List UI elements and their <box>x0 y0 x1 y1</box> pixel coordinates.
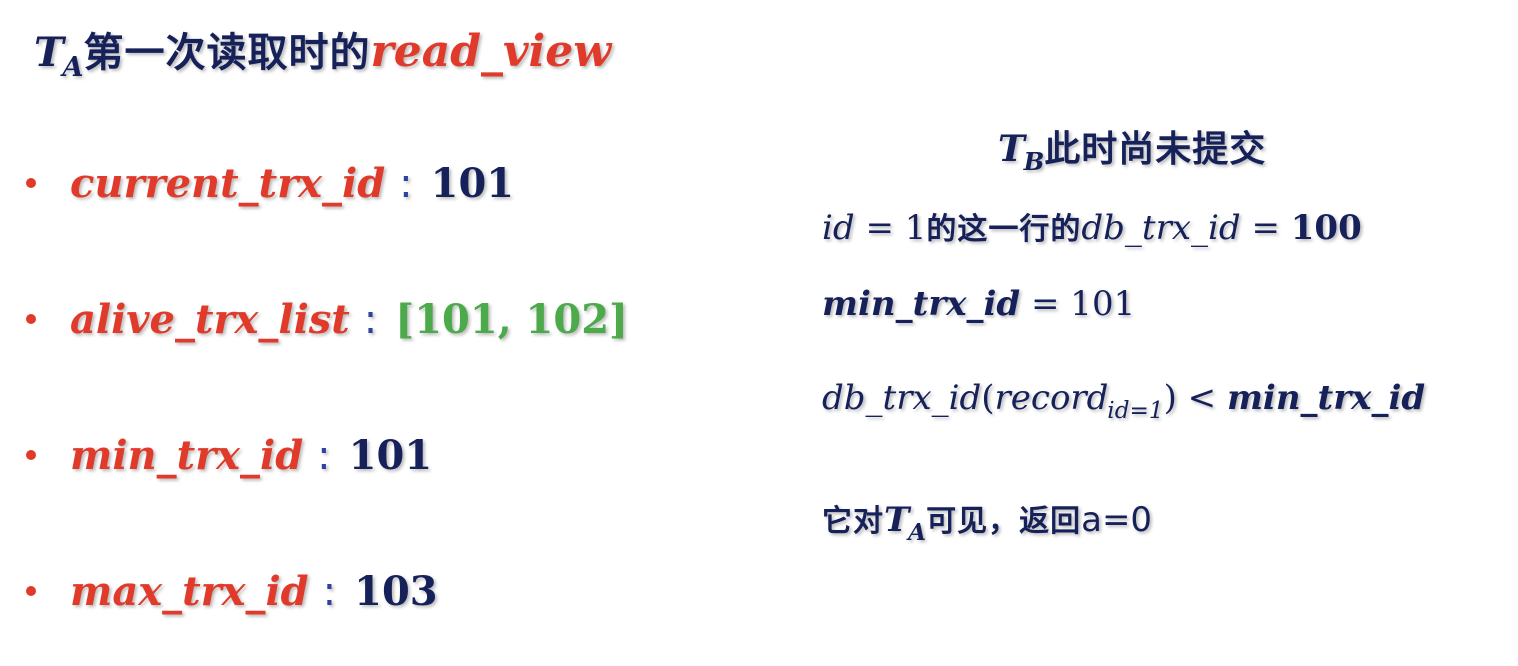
item-colon: : <box>363 297 378 343</box>
item-value: [101, 102] <box>395 296 628 343</box>
bullet-dot <box>26 314 36 324</box>
title-t-symbol: TA <box>34 29 84 84</box>
bullet-dot <box>26 450 36 460</box>
item-colon: : <box>322 569 337 615</box>
item-key: alive_trx_list <box>70 296 350 343</box>
tb-heading: TB此时尚未提交 <box>998 128 1267 177</box>
list-item-alive-trx-list: alive_trx_list: [101, 102] <box>26 300 628 340</box>
item-value: 103 <box>354 568 438 615</box>
bullet-dot <box>26 586 36 596</box>
bullet-dot <box>26 178 36 188</box>
item-colon: : <box>399 161 413 207</box>
visibility-comparison-line: db_trx_id(recordid=1) < min_trx_id <box>822 378 1426 424</box>
item-key: max_trx_id <box>70 568 309 615</box>
list-item-current-trx-id: current_trx_id:101 <box>26 164 514 204</box>
min-trx-id-line: min_trx_id = 101 <box>822 284 1136 324</box>
item-key: current_trx_id <box>70 160 386 207</box>
item-colon: : <box>317 433 331 479</box>
page-title: TA第一次读取时的read_view <box>34 26 612 84</box>
item-value: 101 <box>430 160 515 207</box>
id-row-db-trx-id-line: id = 1的这一行的db_trx_id = 100 <box>822 208 1362 248</box>
title-read-view: read_view <box>370 26 612 77</box>
list-item-min-trx-id: min_trx_id:101 <box>26 436 432 476</box>
list-item-max-trx-id: max_trx_id:103 <box>26 572 438 612</box>
item-key: min_trx_id <box>70 432 304 479</box>
conclusion-line: 它对TA可见，返回a=0 <box>822 500 1153 546</box>
item-value: 101 <box>348 432 433 479</box>
title-text: 第一次读取时的 <box>83 30 371 76</box>
